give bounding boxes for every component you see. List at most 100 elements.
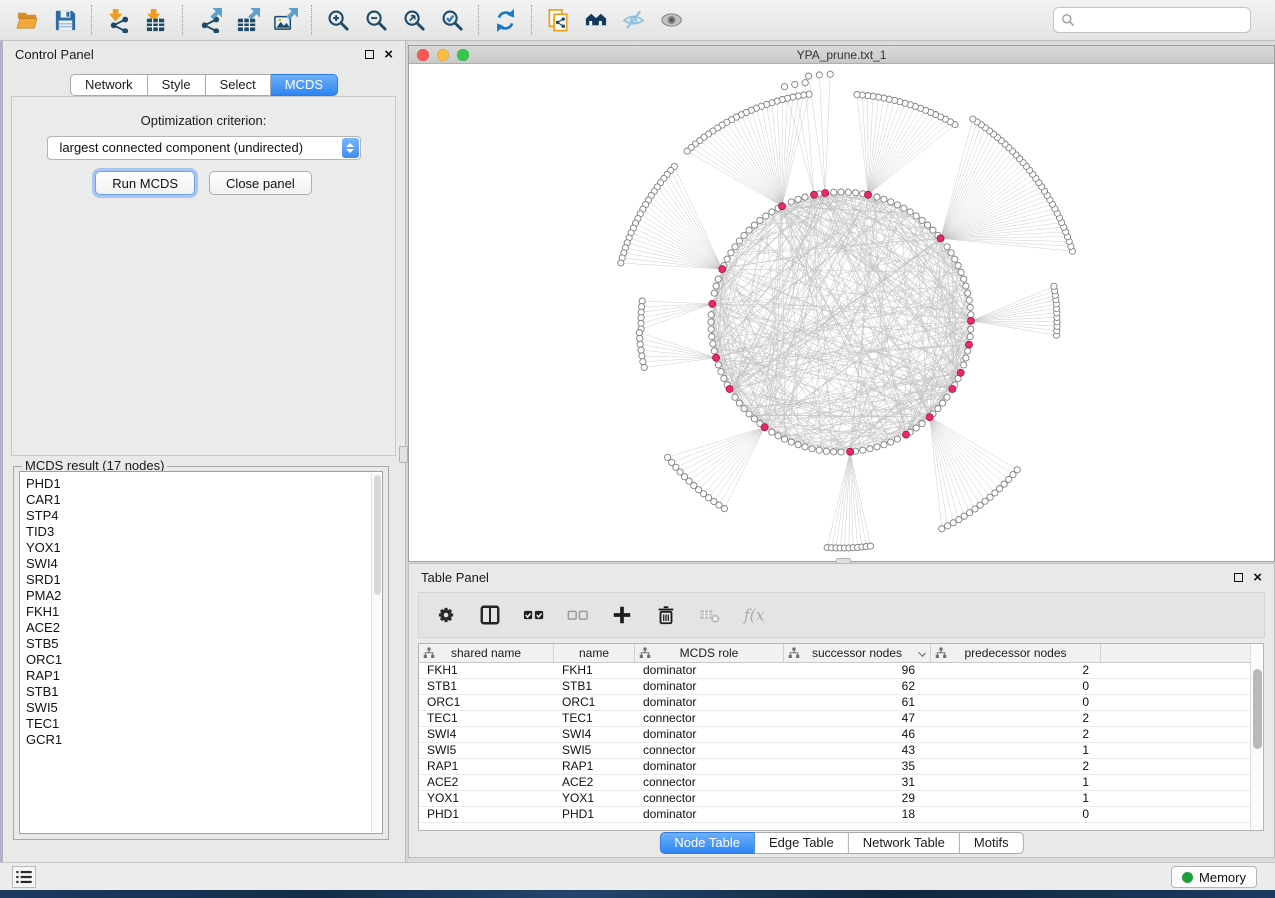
cell-name: SWI4 (554, 727, 635, 742)
mcds-result-item[interactable]: RAP1 (26, 668, 382, 684)
network-titlebar[interactable]: YPA_prune.txt_1 (409, 46, 1274, 64)
show-all-button[interactable] (653, 4, 691, 36)
mcds-result-item[interactable]: PMA2 (26, 588, 382, 604)
split-pane-button[interactable] (477, 602, 503, 628)
mcds-result-item[interactable]: STB5 (26, 636, 382, 652)
search-input[interactable] (1080, 13, 1244, 27)
column-header-successor-nodes[interactable]: successor nodes (784, 644, 931, 662)
zoom-in-button[interactable] (319, 4, 357, 36)
tab-motifs[interactable]: Motifs (960, 832, 1024, 854)
table-panel-header: Table Panel × (409, 564, 1274, 590)
zoom-out-button[interactable] (357, 4, 395, 36)
mcds-list-scrollbar[interactable] (371, 473, 381, 832)
mcds-result-item[interactable]: TID3 (26, 524, 382, 540)
copy-network-view-button[interactable] (539, 4, 577, 36)
tab-network-table[interactable]: Network Table (849, 832, 960, 854)
table-row[interactable]: RAP1RAP1dominator352 (419, 759, 1263, 775)
mcds-result-item[interactable]: YOX1 (26, 540, 382, 556)
deselect-all-button[interactable] (565, 602, 591, 628)
float-panel-icon[interactable] (365, 50, 374, 59)
cell-name: STB1 (554, 679, 635, 694)
import-table-icon (144, 8, 169, 33)
import-network-icon (106, 8, 131, 33)
divider-handle[interactable] (399, 446, 408, 463)
hide-selected-button[interactable] (615, 4, 653, 36)
column-header-MCDS-role[interactable]: MCDS role (635, 644, 784, 662)
table-row[interactable]: YOX1YOX1connector291 (419, 791, 1263, 807)
mcds-result-item[interactable]: SRD1 (26, 572, 382, 588)
list-icon (13, 866, 35, 888)
criterion-select[interactable]: largest connected component (undirected) (47, 136, 361, 160)
control-panel-header: Control Panel × (3, 41, 405, 67)
tab-node-table[interactable]: Node Table (659, 832, 755, 854)
cell-name: PHD1 (554, 807, 635, 822)
column-header-shared-name[interactable]: shared name (419, 644, 554, 662)
close-panel-button[interactable]: Close panel (209, 171, 312, 195)
column-header-name[interactable]: name (554, 644, 635, 662)
table-row[interactable]: ACE2ACE2connector311 (419, 775, 1263, 791)
mcds-panel: Optimization criterion: largest connecte… (11, 96, 396, 456)
cell-MCDS-role: dominator (635, 759, 784, 774)
desktop-wallpaper (0, 890, 1275, 898)
delete-row-button[interactable] (653, 602, 679, 628)
mcds-result-item[interactable]: STP4 (26, 508, 382, 524)
column-type-icon (639, 647, 651, 659)
first-neighbors-button[interactable] (577, 4, 615, 36)
add-row-button[interactable] (609, 602, 635, 628)
tab-network[interactable]: Network (70, 74, 148, 96)
table-row[interactable]: FKH1FKH1dominator962 (419, 663, 1263, 679)
table-scrollbar[interactable] (1250, 644, 1263, 830)
mcds-result-item[interactable]: STB1 (26, 684, 382, 700)
select-all-button[interactable] (521, 602, 547, 628)
table-row[interactable]: STB1STB1dominator620 (419, 679, 1263, 695)
export-network-button[interactable] (190, 4, 228, 36)
close-table-panel-icon[interactable]: × (1253, 573, 1262, 582)
mcds-result-item[interactable]: GCR1 (26, 732, 382, 748)
mcds-result-item[interactable]: FKH1 (26, 604, 382, 620)
tab-mcds[interactable]: MCDS (271, 74, 338, 96)
open-file-button[interactable] (8, 4, 46, 36)
mcds-result-item[interactable]: PHD1 (26, 476, 382, 492)
sort-icon (918, 649, 926, 657)
mcds-result-item[interactable]: ACE2 (26, 620, 382, 636)
search-box[interactable] (1053, 7, 1251, 33)
tab-edge-table[interactable]: Edge Table (755, 832, 849, 854)
column-type-icon (935, 647, 947, 659)
select-all-icon (523, 604, 545, 626)
cell-successor-nodes: 35 (784, 759, 931, 774)
column-header-predecessor-nodes[interactable]: predecessor nodes (931, 644, 1101, 662)
delete-row-icon (655, 604, 677, 626)
mcds-result-item[interactable]: TEC1 (26, 716, 382, 732)
save-session-button[interactable] (46, 4, 84, 36)
mcds-result-list[interactable]: PHD1CAR1STP4TID3YOX1SWI4SRD1PMA2FKH1ACE2… (19, 471, 383, 834)
import-network-button[interactable] (99, 4, 137, 36)
run-mcds-button[interactable]: Run MCDS (95, 171, 195, 195)
cell-successor-nodes: 96 (784, 663, 931, 678)
mcds-result-item[interactable]: CAR1 (26, 492, 382, 508)
mcds-result-item[interactable]: ORC1 (26, 652, 382, 668)
refresh-view-button[interactable] (486, 4, 524, 36)
menu-button[interactable] (12, 866, 36, 888)
export-image-button[interactable] (266, 4, 304, 36)
zoom-fit-button[interactable] (395, 4, 433, 36)
memory-button[interactable]: Memory (1171, 866, 1257, 888)
table-row[interactable]: SWI5SWI5connector431 (419, 743, 1263, 759)
table-row[interactable]: SWI4SWI4dominator462 (419, 727, 1263, 743)
settings-button[interactable] (433, 602, 459, 628)
network-canvas[interactable] (409, 64, 1274, 561)
memory-status-icon (1182, 872, 1193, 883)
export-table-button[interactable] (228, 4, 266, 36)
table-row[interactable]: ORC1ORC1dominator610 (419, 695, 1263, 711)
table-row[interactable]: TEC1TEC1connector472 (419, 711, 1263, 727)
mcds-result-item[interactable]: SWI4 (26, 556, 382, 572)
control-panel: Control Panel × NetworkStyleSelectMCDS O… (3, 41, 405, 862)
import-table-button[interactable] (137, 4, 175, 36)
mcds-result-item[interactable]: SWI5 (26, 700, 382, 716)
close-panel-icon[interactable]: × (384, 50, 393, 59)
tab-style[interactable]: Style (148, 74, 206, 96)
open-file-icon (15, 8, 40, 33)
float-table-panel-icon[interactable] (1234, 573, 1243, 582)
zoom-selected-button[interactable] (433, 4, 471, 36)
table-row[interactable]: PHD1PHD1dominator180 (419, 807, 1263, 823)
tab-select[interactable]: Select (206, 74, 271, 96)
